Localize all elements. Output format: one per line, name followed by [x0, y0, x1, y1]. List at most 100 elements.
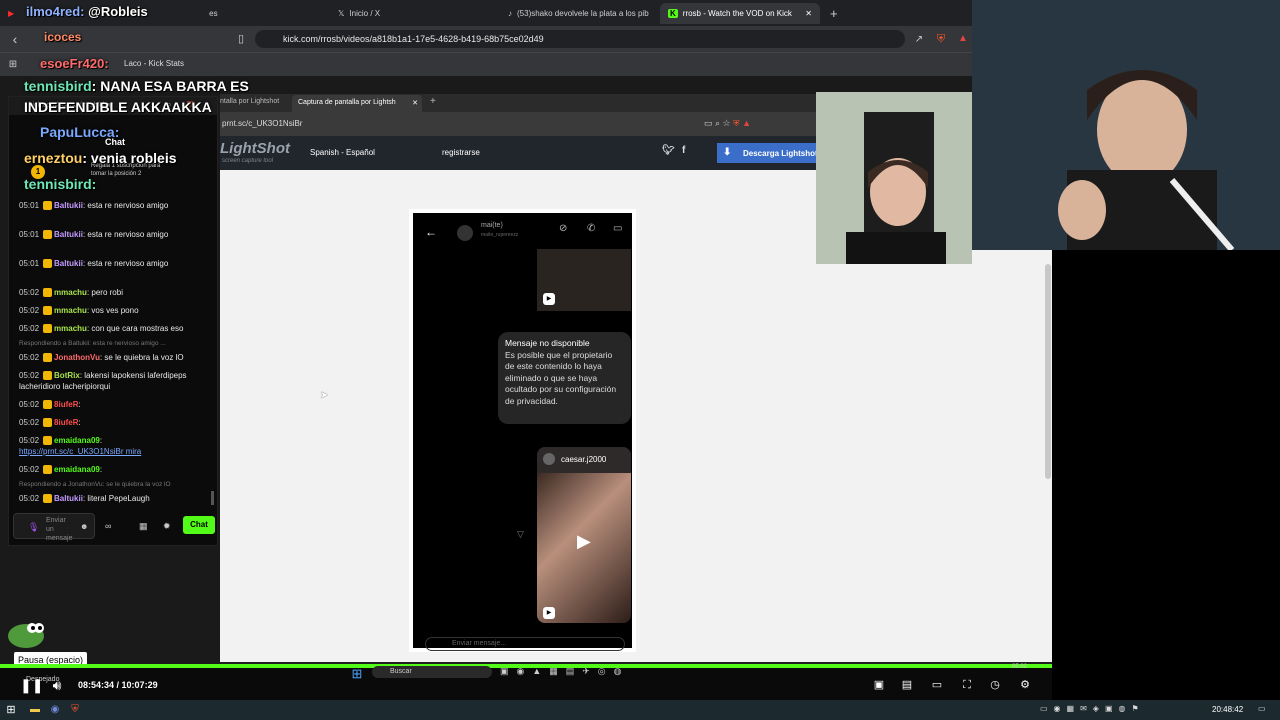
- subscriber-badge-icon: [43, 201, 53, 211]
- message-username[interactable]: JonathonVu: [54, 353, 100, 362]
- message-text: esta re nervioso amigo: [87, 259, 169, 268]
- bookmark-item[interactable]: Laco - Kick Stats: [124, 59, 184, 68]
- message-time: 05:02: [19, 400, 40, 409]
- message-colon: :: [99, 465, 103, 474]
- unavailable-title: Mensaje no disponible: [505, 338, 590, 348]
- speed-icon[interactable]: ◷: [986, 677, 1004, 693]
- chat-message[interactable]: 05:02 Baltukii: literal PepeLaugh: [19, 494, 150, 504]
- message-username[interactable]: mmachu: [54, 306, 87, 315]
- overlay-message-4: INDEFENDIBLE AKKAAKKA: [24, 99, 212, 115]
- chat-scrollbar[interactable]: [211, 491, 214, 505]
- message-time: 05:01: [19, 259, 40, 268]
- kick-icon: K: [668, 9, 678, 18]
- bookmark-icon[interactable]: ▯: [232, 31, 250, 47]
- message-username[interactable]: Baltukii: [54, 201, 83, 210]
- chat-message[interactable]: 05:02 mmachu: vos ves pono: [19, 306, 139, 316]
- message-text: lakensi lapokensi laferdipeps: [84, 371, 187, 380]
- chat-message[interactable]: 05:01 Baltukii: esta re nervioso amigo: [19, 201, 168, 211]
- close-icon[interactable]: ✕: [805, 9, 812, 18]
- download-lightshot-button[interactable]: ⬇ Descarga Lightshot: [717, 143, 817, 163]
- brave-rewards-icon[interactable]: ▲: [954, 31, 972, 47]
- message-username[interactable]: mmachu: [54, 324, 87, 333]
- subscriber-badge-icon: [43, 465, 53, 475]
- close-icon[interactable]: ✕: [412, 99, 418, 107]
- fullscreen-icon[interactable]: ⛶: [958, 677, 976, 693]
- discord-icon[interactable]: ◉: [46, 702, 64, 718]
- inner-tab-active[interactable]: Captura de pantalla por Lightsh ✕: [292, 95, 422, 112]
- chat-message[interactable]: 05:02 JonathonVu: se le quiebra la voz lO: [19, 353, 184, 363]
- chat-message[interactable]: 05:02 BotRix: lakensi lapokensi laferdipe…: [19, 371, 187, 381]
- brave-shield-icon[interactable]: ⛨: [932, 31, 950, 47]
- message-username[interactable]: 8iufeR: [54, 418, 78, 427]
- message-username[interactable]: 8iufeR: [54, 400, 78, 409]
- message-username[interactable]: mmachu: [54, 288, 87, 297]
- share-icon[interactable]: ↗: [910, 32, 928, 48]
- message-time: 05:02: [19, 371, 40, 380]
- message-text-continued[interactable]: https://prnt.sc/c_UK3O1NsiBr mira: [19, 447, 141, 456]
- chat-message[interactable]: 05:02 emaidana09:: [19, 465, 103, 475]
- register-link[interactable]: registrarse: [442, 148, 480, 157]
- back-icon[interactable]: ‹: [6, 31, 24, 47]
- chat-message[interactable]: 05:02 8iufeR:: [19, 400, 81, 410]
- message-username[interactable]: emaidana09: [54, 465, 100, 474]
- subscriber-badge-icon: [43, 400, 53, 410]
- lightshot-logo[interactable]: LightShot: [220, 140, 290, 157]
- twitter-icon[interactable]: 🐦︎: [662, 145, 675, 156]
- play-icon: ▶: [577, 531, 591, 551]
- browser-tab-active[interactable]: K rrosb - Watch the VOD on Kick ✕: [660, 3, 820, 24]
- inner-tab-bar: ntalla por Lightshot Captura de pantalla…: [220, 94, 816, 112]
- message-colon: :: [78, 400, 81, 409]
- message-username[interactable]: BotRix: [54, 371, 80, 380]
- brave-icon[interactable]: ⛨: [66, 702, 84, 718]
- unavailable-body: Es posible que el propietario de este co…: [505, 349, 617, 406]
- chat-input[interactable]: 🎙︎ Enviar un mensaje ☻: [13, 513, 95, 542]
- theater-mode-icon[interactable]: ▣: [870, 677, 888, 693]
- phone-screenshot: ← mai(te) maite_rupereezz ⊘ ✆ ▭ ▶ Mensaj…: [409, 209, 636, 652]
- notification-icon[interactable]: ▭: [1258, 704, 1266, 713]
- inner-url[interactable]: prnt.sc/c_UK3O1NsiBr: [222, 119, 302, 128]
- chat-message[interactable]: 05:02 emaidana09:: [19, 436, 102, 446]
- volume-icon[interactable]: 🔊︎: [48, 677, 66, 693]
- tab-title: es una Interpretacion !!! -: [209, 9, 220, 18]
- chat-send-button[interactable]: Chat: [183, 516, 215, 534]
- new-tab-button[interactable]: +: [430, 96, 436, 107]
- message-time: 05:02: [19, 353, 40, 362]
- apps-grid-icon[interactable]: ⊞: [4, 57, 22, 73]
- chat-message[interactable]: 05:02 mmachu: pero robi: [19, 288, 123, 298]
- inner-tab[interactable]: ntalla por Lightshot: [220, 98, 279, 105]
- clip-icon[interactable]: ▤: [898, 677, 916, 693]
- overlay-message-6: erneztou: venia robleis: [24, 150, 177, 166]
- scrollbar[interactable]: [1045, 264, 1051, 479]
- message-time: 05:01: [19, 201, 40, 210]
- message-username[interactable]: Baltukii: [54, 494, 83, 503]
- store-icon[interactable]: ▦: [139, 521, 148, 532]
- tab-title: rrosb - Watch the VOD on Kick: [682, 9, 792, 18]
- miniplayer-icon[interactable]: ▭: [928, 677, 946, 693]
- emoji-icon[interactable]: ☻: [80, 522, 88, 531]
- system-tray-icons[interactable]: ▭◉▦✉◈▣◍⚑: [1040, 704, 1145, 713]
- message-username[interactable]: emaidana09: [54, 436, 100, 445]
- browser-tab[interactable]: 𝕏 Inicio / X: [330, 3, 500, 24]
- taskbar-clock: 20:48:42: [1212, 705, 1244, 714]
- points-icon[interactable]: ∞: [105, 521, 111, 531]
- microphone-icon[interactable]: 🎙︎: [28, 522, 39, 533]
- subscriber-badge-icon: [43, 230, 53, 240]
- windows-start-icon[interactable]: ⊞: [2, 702, 20, 718]
- settings-icon[interactable]: ✹: [163, 521, 171, 532]
- url-text: kick.com/rrosb/videos/a818b1a1-17e5-4628…: [283, 34, 544, 44]
- chat-message[interactable]: 05:01 Baltukii: esta re nervioso amigo: [19, 230, 168, 240]
- subscriber-badge-icon: [43, 306, 53, 316]
- file-explorer-icon[interactable]: ▬: [26, 702, 44, 718]
- chat-message[interactable]: 05:01 Baltukii: esta re nervioso amigo: [19, 259, 169, 269]
- message-username[interactable]: Baltukii: [54, 230, 83, 239]
- settings-gear-icon[interactable]: ⚙: [1016, 677, 1034, 693]
- language-select[interactable]: Spanish - Español: [310, 148, 375, 157]
- browser-tab[interactable]: ♪ (53)shako devolvele la plata a los pib: [500, 3, 660, 24]
- url-field[interactable]: kick.com/rrosb/videos/a818b1a1-17e5-4628…: [255, 30, 905, 48]
- new-tab-button[interactable]: +: [822, 3, 846, 24]
- chat-message[interactable]: 05:02 mmachu: con que cara mostras eso: [19, 324, 183, 334]
- facebook-icon[interactable]: f: [682, 145, 685, 156]
- pause-icon[interactable]: ❚❚: [20, 677, 43, 693]
- message-username[interactable]: Baltukii: [54, 259, 83, 268]
- chat-message[interactable]: 05:02 8iufeR:: [19, 418, 81, 428]
